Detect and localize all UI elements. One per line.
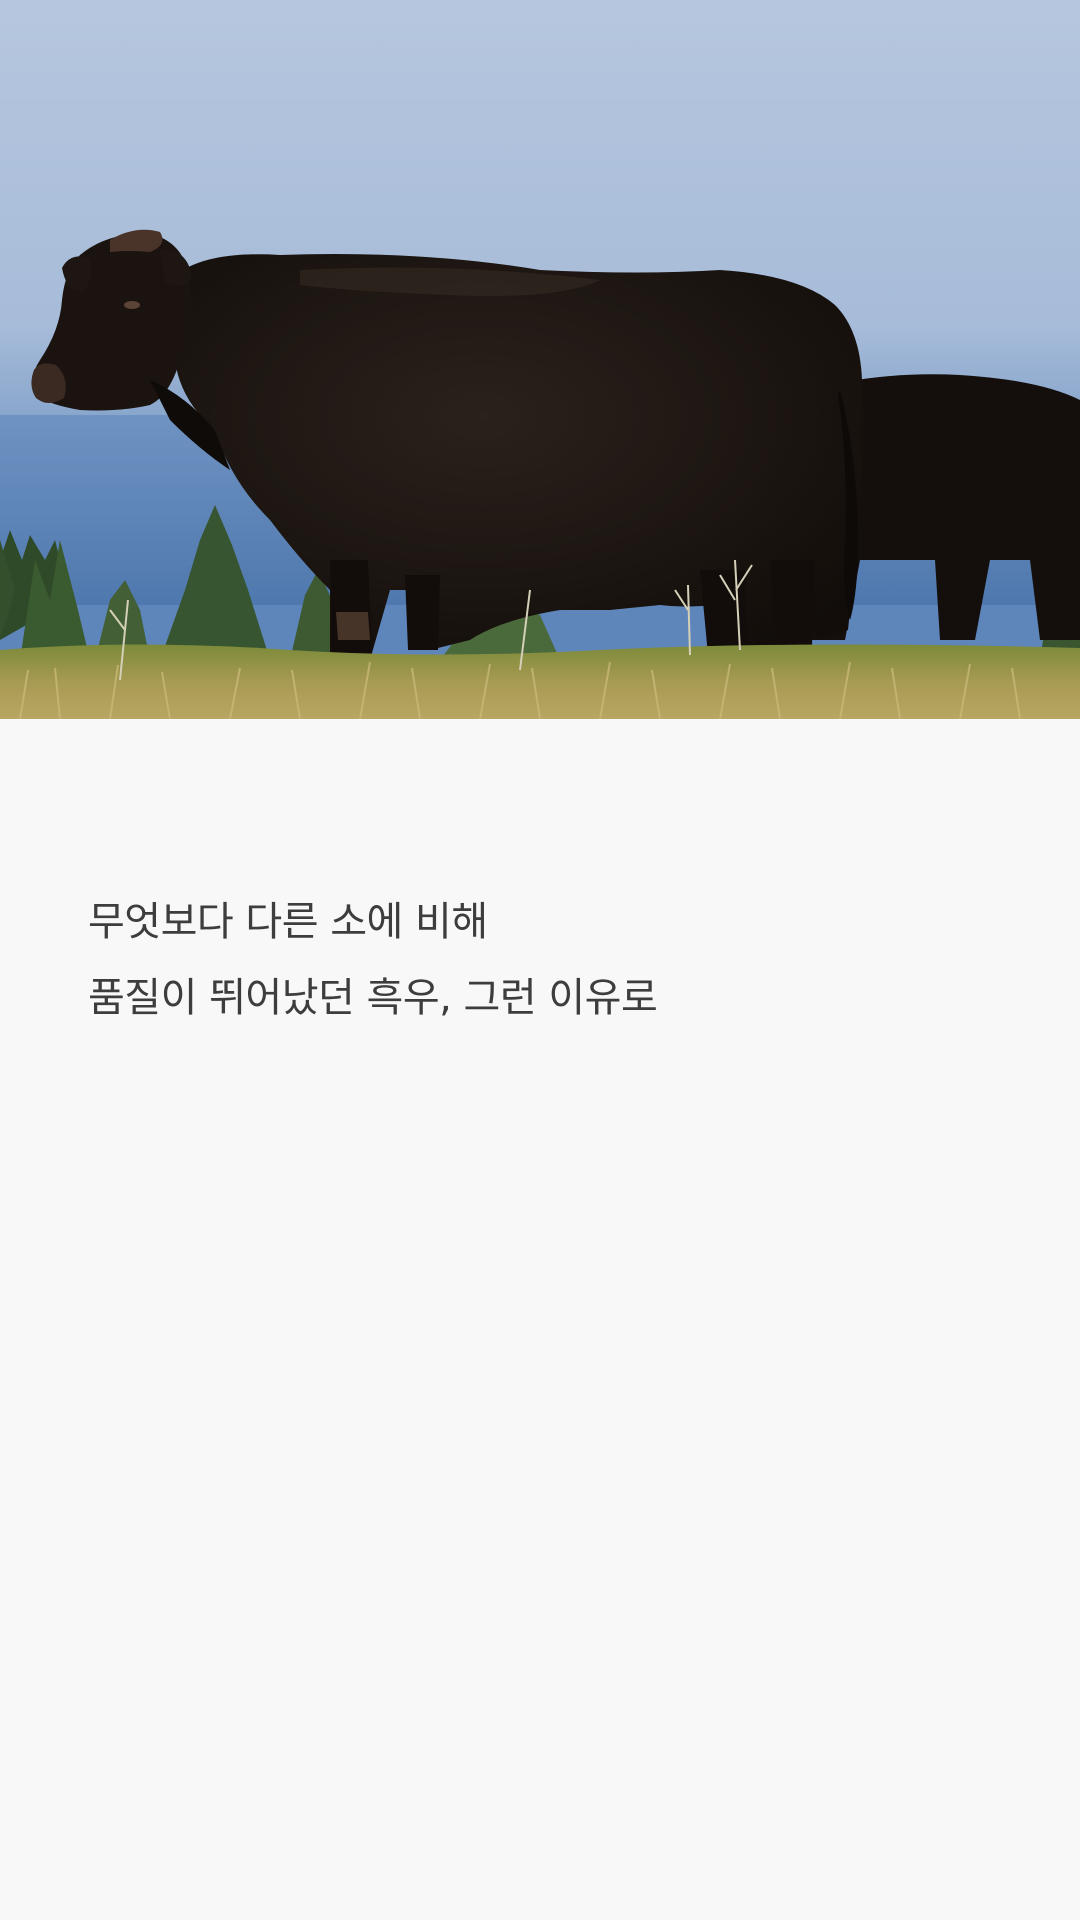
caption-line-2: 품질이 뛰어났던 흑우, 그런 이유로 [88,975,658,1021]
caption-line-1: 무엇보다 다른 소에 비해 [88,899,488,945]
black-cattle-photo [0,0,1080,719]
pasture-illustration [0,0,1080,719]
story-caption: 무엇보다 다른 소에 비해 품질이 뛰어났던 흑우, 그런 이유로 [88,884,1008,1036]
story-page: 무엇보다 다른 소에 비해 품질이 뛰어났던 흑우, 그런 이유로 [0,0,1080,1920]
grass [0,644,1080,719]
